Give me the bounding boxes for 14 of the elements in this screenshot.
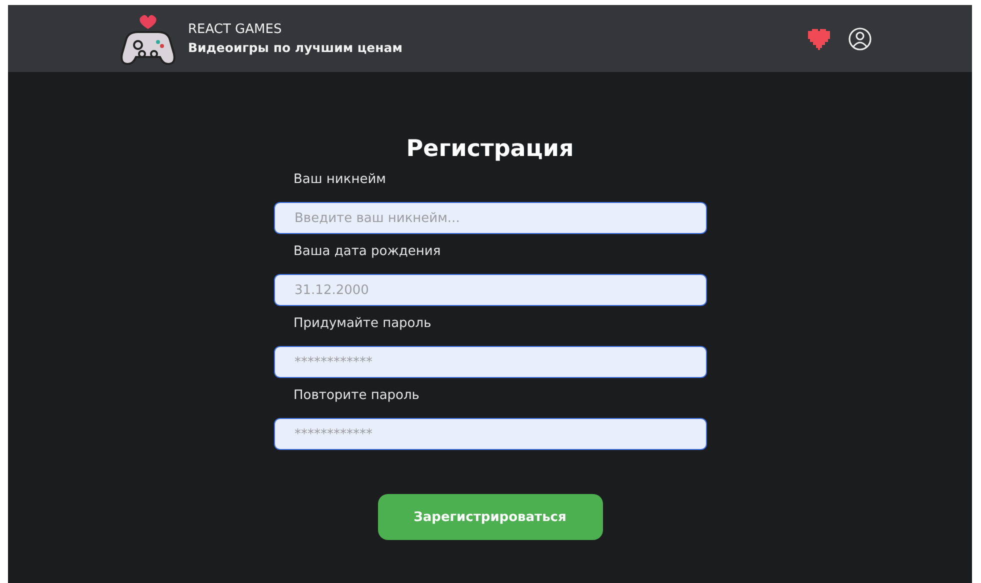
- brand-tagline: Видеоигры по лучшим ценам: [188, 40, 402, 55]
- input-field[interactable]: ************: [274, 418, 706, 450]
- register-button[interactable]: Зарегистрироваться: [378, 494, 602, 540]
- field-label: Ваша дата рождения: [292, 244, 442, 261]
- field-label: Ваш никнейм: [292, 172, 387, 189]
- field-label: Повторите пароль: [292, 388, 420, 405]
- input-field[interactable]: 31.12.2000: [274, 274, 706, 306]
- heart-icon[interactable]: [806, 28, 832, 50]
- field-label: Придумайте пароль: [292, 316, 432, 333]
- input-field[interactable]: Введите ваш никнейм...: [274, 202, 706, 234]
- form-title: Регистрация: [406, 136, 574, 162]
- brand-name: REACT GAMES: [188, 22, 283, 37]
- user-icon[interactable]: [848, 26, 872, 50]
- input-field[interactable]: ************: [274, 346, 706, 378]
